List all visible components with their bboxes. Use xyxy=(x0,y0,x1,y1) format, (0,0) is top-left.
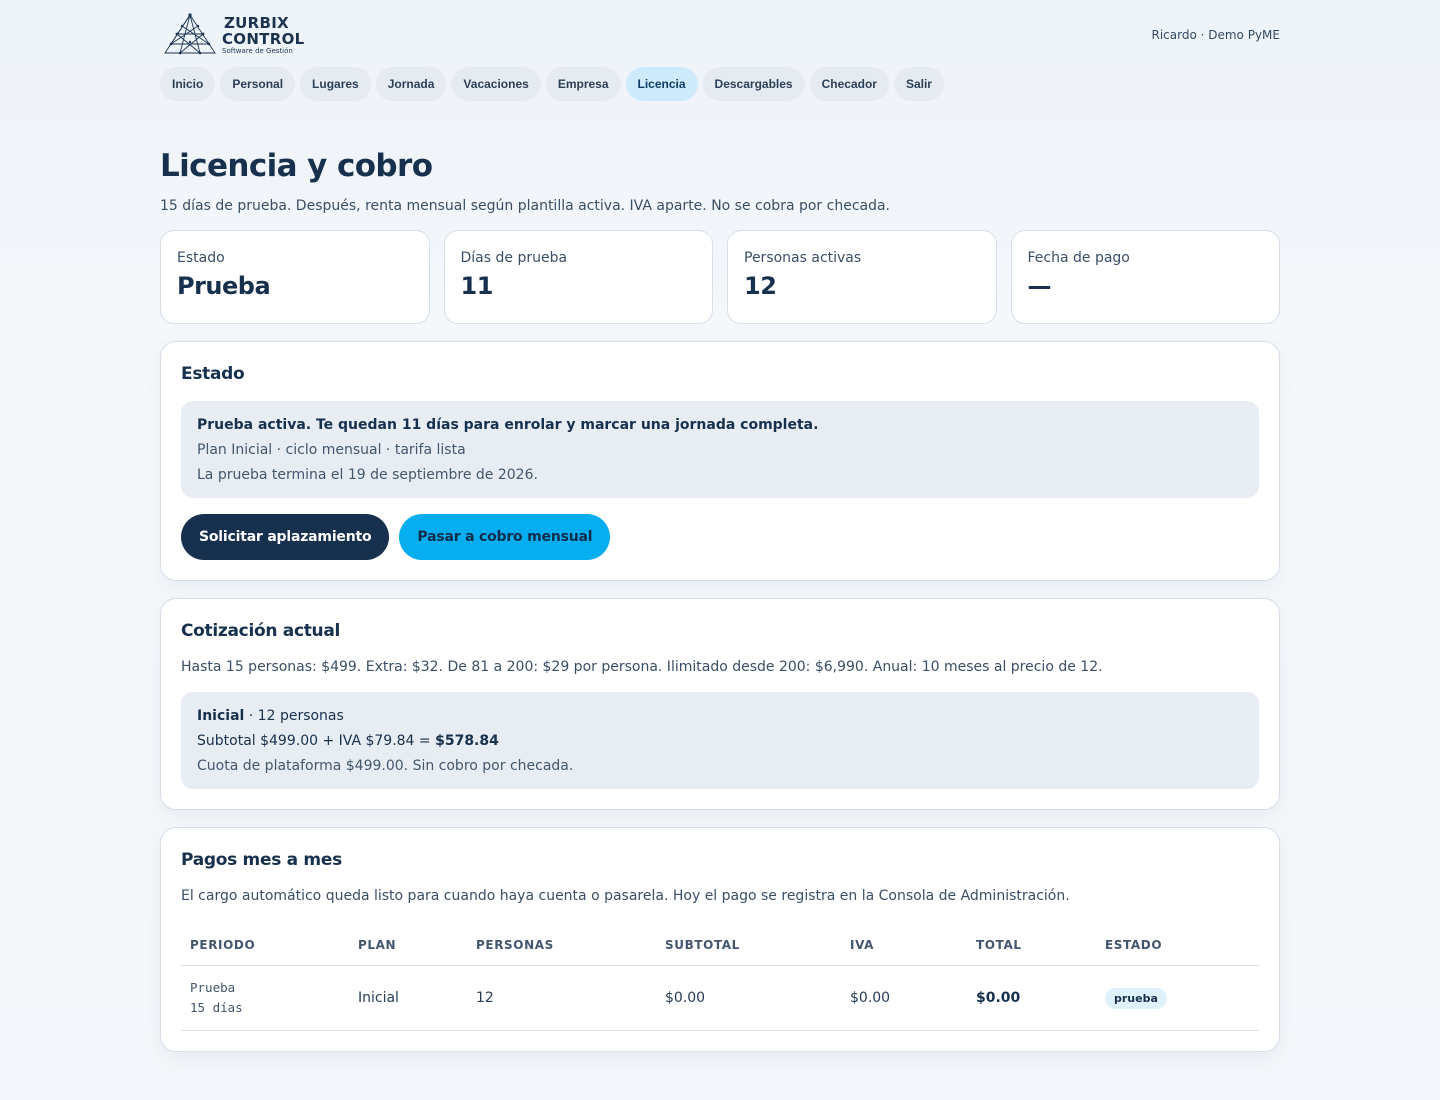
stat-label: Estado xyxy=(177,250,225,266)
stat-value: 12 xyxy=(744,272,777,300)
periodo-duration: 15 días xyxy=(190,1000,243,1015)
switch-monthly-button[interactable]: Pasar a cobro mensual xyxy=(399,514,611,560)
trial-end-line: La prueba termina el 19 de septiembre de… xyxy=(197,467,538,483)
stat-card-estado: Estado Prueba xyxy=(160,230,430,324)
stat-label: Días de prueba xyxy=(460,250,568,266)
quote-plan-name: Inicial xyxy=(197,708,245,724)
logo-tagline: Software de Gestión xyxy=(222,47,293,55)
request-postpone-button[interactable]: Solicitar aplazamiento xyxy=(181,514,390,560)
stat-card-personas-activas: Personas activas 12 xyxy=(727,230,997,324)
stat-value: Prueba xyxy=(177,272,271,300)
logo-mark-icon xyxy=(164,13,216,55)
quote-box: Inicial · 12 personas Subtotal $499.00 +… xyxy=(181,692,1259,789)
payments-table: PERIODO PLAN PERSONAS SUBTOTAL IVA TOTAL… xyxy=(181,926,1259,1031)
nav-licencia[interactable]: Licencia xyxy=(625,67,698,101)
nav-salir[interactable]: Salir xyxy=(893,67,944,101)
stat-label: Fecha de pago xyxy=(1027,250,1130,266)
pagos-title: Pagos mes a mes xyxy=(181,850,342,870)
nav-personal[interactable]: Personal xyxy=(220,67,296,101)
periodo-name: Prueba xyxy=(190,980,236,995)
table-row: Prueba 15 días Inicial 12 $0.00 $0.00 $0.… xyxy=(181,965,1259,1031)
stat-value: — xyxy=(1027,272,1052,300)
stat-card-fecha-pago: Fecha de pago — xyxy=(1010,230,1280,324)
stat-card-dias-prueba: Días de prueba 11 xyxy=(443,230,713,324)
cell-periodo: Prueba 15 días xyxy=(181,965,349,1031)
stat-label: Personas activas xyxy=(744,250,862,266)
user-label: Ricardo · Demo PyME xyxy=(1151,28,1281,42)
col-periodo: PERIODO xyxy=(181,926,349,966)
logo-line-2: CONTROL xyxy=(222,30,305,48)
cell-personas: 12 xyxy=(467,965,656,1031)
estado-title: Estado xyxy=(181,364,245,384)
page: ZURBIX CONTROL Software de Gestión Ricar… xyxy=(160,0,1280,1052)
cell-total: $0.00 xyxy=(967,965,1096,1031)
table-header-row: PERIODO PLAN PERSONAS SUBTOTAL IVA TOTAL… xyxy=(181,926,1259,966)
quote-fee-line: Cuota de plataforma $499.00. Sin cobro p… xyxy=(197,758,574,774)
logo[interactable]: ZURBIX CONTROL Software de Gestión xyxy=(162,12,305,56)
quote-subtotal-line: Subtotal $499.00 + IVA $79.84 = $578.84 xyxy=(197,733,1243,749)
stats-row: Estado Prueba Días de prueba 11 Personas… xyxy=(160,230,1280,324)
logo-line-1: ZURBIX xyxy=(224,14,289,32)
cell-estado: prueba xyxy=(1096,965,1259,1031)
quote-plan-line: Inicial · 12 personas xyxy=(197,708,1243,724)
nav-lugares[interactable]: Lugares xyxy=(300,67,371,101)
quote-subtotal-text: Subtotal $499.00 + IVA $79.84 = xyxy=(197,733,436,749)
estado-info-box: Prueba activa. Te quedan 11 días para en… xyxy=(181,401,1259,498)
estado-card: Estado Prueba activa. Te quedan 11 días … xyxy=(160,341,1280,581)
stat-value: 11 xyxy=(460,272,494,300)
pagos-card: Pagos mes a mes El cargo automático qued… xyxy=(160,827,1280,1052)
cell-iva: $0.00 xyxy=(841,965,967,1031)
nav-vacaciones[interactable]: Vacaciones xyxy=(451,67,541,101)
pagos-description: El cargo automático queda listo para cua… xyxy=(181,888,1070,904)
pricing-description: Hasta 15 personas: $499. Extra: $32. De … xyxy=(181,659,1103,675)
quote-total: $578.84 xyxy=(435,733,499,749)
cotizacion-title: Cotización actual xyxy=(181,621,341,641)
status-badge: prueba xyxy=(1105,987,1167,1009)
col-subtotal: SUBTOTAL xyxy=(656,926,841,966)
cotizacion-card: Cotización actual Hasta 15 personas: $49… xyxy=(160,598,1280,810)
nav-inicio[interactable]: Inicio xyxy=(160,67,216,101)
col-total: TOTAL xyxy=(967,926,1096,966)
col-personas: PERSONAS xyxy=(467,926,656,966)
page-subtitle: 15 días de prueba. Después, renta mensua… xyxy=(160,198,891,214)
logo-text: ZURBIX CONTROL Software de Gestión xyxy=(222,12,305,55)
nav-descargables[interactable]: Descargables xyxy=(702,67,805,101)
nav-checador[interactable]: Checador xyxy=(809,67,889,101)
nav-empresa[interactable]: Empresa xyxy=(545,67,621,101)
plan-line: Plan Inicial · ciclo mensual · tarifa li… xyxy=(197,442,466,458)
header: ZURBIX CONTROL Software de Gestión Ricar… xyxy=(160,0,1280,64)
trial-headline: Prueba activa. Te quedan 11 días para en… xyxy=(197,417,819,433)
estado-actions: Solicitar aplazamiento Pasar a cobro men… xyxy=(181,514,1259,560)
page-title: Licencia y cobro xyxy=(160,148,433,184)
main-nav: Inicio Personal Lugares Jornada Vacacion… xyxy=(160,67,1280,101)
col-plan: PLAN xyxy=(349,926,467,966)
cell-subtotal: $0.00 xyxy=(656,965,841,1031)
col-iva: IVA xyxy=(841,926,967,966)
cell-plan: Inicial xyxy=(349,965,467,1031)
nav-jornada[interactable]: Jornada xyxy=(375,67,447,101)
col-estado: ESTADO xyxy=(1096,926,1259,966)
quote-plan-people: · 12 personas xyxy=(244,708,344,724)
